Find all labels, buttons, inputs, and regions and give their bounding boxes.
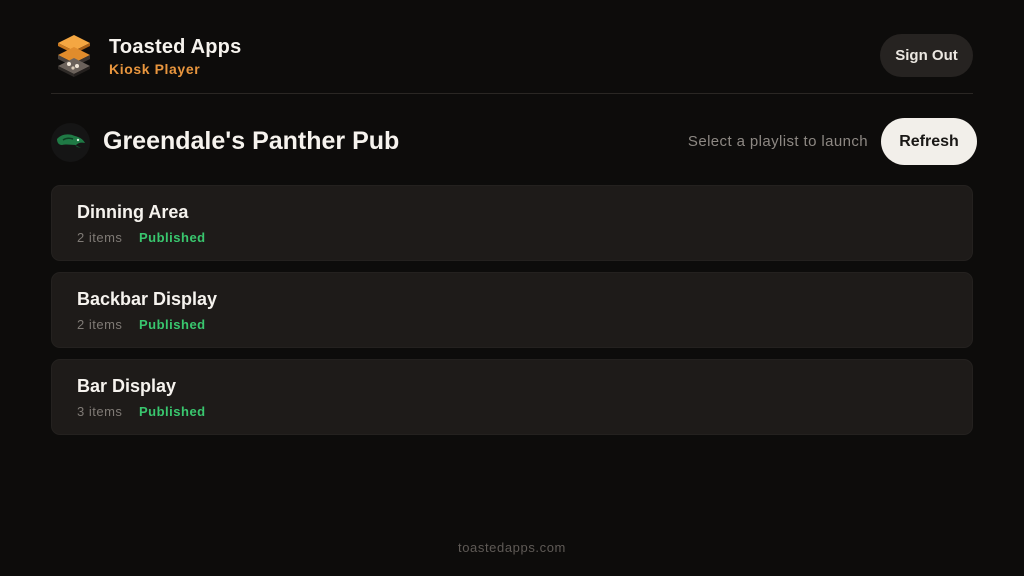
- playlist-title: Bar Display: [77, 376, 177, 396]
- refresh-button[interactable]: Refresh: [881, 118, 977, 165]
- playlist-card[interactable]: Dinning Area 2 items Published: [51, 185, 973, 261]
- playlist-status-badge: Published: [139, 317, 206, 332]
- app-name: Toasted Apps: [109, 36, 242, 58]
- playlist-item-count: 2 items: [77, 317, 123, 332]
- panther-logo-icon: [57, 134, 85, 148]
- toast-stack-logo-icon: [58, 35, 90, 77]
- app-subtitle: Kiosk Player: [109, 61, 201, 77]
- sign-out-button[interactable]: Sign Out: [880, 34, 973, 77]
- playlist-list: Dinning Area 2 items Published Backbar D…: [51, 185, 973, 446]
- playlist-card[interactable]: Bar Display 3 items Published: [51, 359, 973, 435]
- venue-name: Greendale's Panther Pub: [103, 127, 400, 155]
- venue-header: Greendale's Panther Pub Select a playlis…: [51, 118, 977, 166]
- playlist-item-count: 3 items: [77, 404, 123, 419]
- kiosk-player-screen: Toasted Apps Kiosk Player Sign Out Green…: [0, 0, 1024, 576]
- playlist-hint-text: Select a playlist to launch: [687, 133, 868, 150]
- venue-avatar: [51, 123, 90, 162]
- playlist-title: Backbar Display: [77, 289, 218, 309]
- playlist-item-count: 2 items: [77, 230, 123, 245]
- playlist-card[interactable]: Backbar Display 2 items Published: [51, 272, 973, 348]
- app-header: Toasted Apps Kiosk Player Sign Out: [51, 30, 973, 94]
- playlist-status-badge: Published: [139, 230, 206, 245]
- playlist-status-badge: Published: [139, 404, 206, 419]
- footer-link[interactable]: toastedapps.com: [0, 540, 1024, 555]
- playlist-title: Dinning Area: [77, 202, 189, 222]
